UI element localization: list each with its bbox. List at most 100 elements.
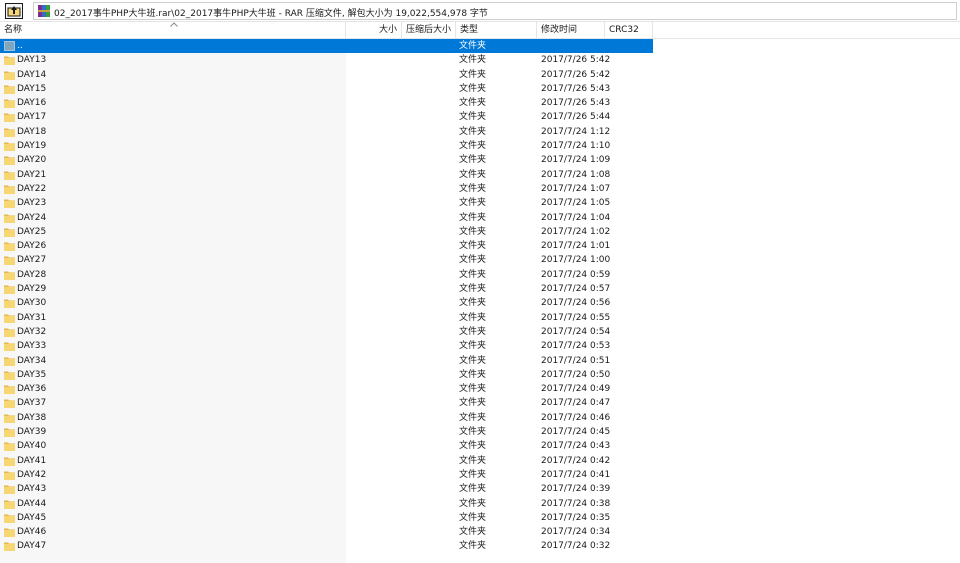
list-item-name: DAY38 xyxy=(17,412,47,423)
list-item-type: 文件夹 xyxy=(459,527,487,538)
folder-icon xyxy=(4,357,15,366)
column-crc32[interactable]: CRC32 xyxy=(605,22,653,38)
list-item-modified: 2017/7/26 5:43 xyxy=(541,98,611,109)
list-item-modified: 2017/7/24 0:47 xyxy=(541,398,611,409)
list-item-name: DAY32 xyxy=(17,326,47,337)
up-folder-button[interactable] xyxy=(5,3,23,19)
list-item-name: DAY29 xyxy=(17,284,47,295)
list-item-modified: 2017/7/24 1:09 xyxy=(541,155,611,166)
list-item[interactable]: DAY47 文件夹 2017/7/24 0:32 xyxy=(0,539,960,553)
list-item-name: DAY23 xyxy=(17,198,47,209)
list-item[interactable]: DAY13 文件夹 2017/7/26 5:42 xyxy=(0,53,960,67)
list-item[interactable]: DAY38 文件夹 2017/7/24 0:46 xyxy=(0,411,960,425)
list-item[interactable]: DAY29 文件夹 2017/7/24 0:57 xyxy=(0,282,960,296)
list-item[interactable]: DAY19 文件夹 2017/7/24 1:10 xyxy=(0,139,960,153)
column-type[interactable]: 类型 xyxy=(456,22,537,38)
list-item[interactable]: DAY30 文件夹 2017/7/24 0:56 xyxy=(0,296,960,310)
list-item[interactable]: DAY46 文件夹 2017/7/24 0:34 xyxy=(0,525,960,539)
list-item-name: DAY41 xyxy=(17,455,47,466)
folder-icon xyxy=(4,542,15,552)
list-item-name: DAY46 xyxy=(17,527,47,538)
list-item-modified: 2017/7/24 0:51 xyxy=(541,355,611,366)
list-item-name: DAY35 xyxy=(17,369,47,380)
list-item-modified: 2017/7/24 0:50 xyxy=(541,369,611,380)
list-item[interactable]: DAY41 文件夹 2017/7/24 0:42 xyxy=(0,454,960,468)
list-item[interactable]: DAY39 文件夹 2017/7/24 0:45 xyxy=(0,425,960,439)
folder-icon xyxy=(4,256,15,266)
list-item-name: DAY45 xyxy=(17,512,47,523)
list-item-type: 文件夹 xyxy=(459,126,487,137)
list-item[interactable]: DAY15 文件夹 2017/7/26 5:43 xyxy=(0,82,960,96)
list-item-type: 文件夹 xyxy=(459,212,487,223)
list-item-name: DAY44 xyxy=(17,498,47,509)
folder-icon xyxy=(4,299,15,309)
list-item-modified: 2017/7/24 0:57 xyxy=(541,284,611,295)
list-item-modified: 2017/7/24 0:59 xyxy=(541,269,611,280)
list-item-type: 文件夹 xyxy=(459,269,487,280)
list-item[interactable]: DAY20 文件夹 2017/7/24 1:09 xyxy=(0,153,960,167)
list-item[interactable]: DAY32 文件夹 2017/7/24 0:54 xyxy=(0,325,960,339)
list-item-modified: 2017/7/24 1:01 xyxy=(541,241,611,252)
list-item[interactable]: DAY17 文件夹 2017/7/26 5:44 xyxy=(0,110,960,124)
list-item[interactable]: DAY23 文件夹 2017/7/24 1:05 xyxy=(0,196,960,210)
list-item[interactable]: DAY42 文件夹 2017/7/24 0:41 xyxy=(0,468,960,482)
list-item-modified: 2017/7/24 1:00 xyxy=(541,255,611,266)
folder-icon xyxy=(4,414,15,423)
list-item-name: DAY15 xyxy=(17,83,47,94)
list-item[interactable]: DAY35 文件夹 2017/7/24 0:50 xyxy=(0,368,960,382)
list-item[interactable]: DAY18 文件夹 2017/7/24 1:12 xyxy=(0,125,960,139)
archive-path-field[interactable]: 02_2017事牛PHP大牛班.rar\02_2017事牛PHP大牛班 - RA… xyxy=(33,2,957,20)
column-packed-size[interactable]: 压缩后大小 xyxy=(402,22,456,38)
list-item[interactable]: DAY24 文件夹 2017/7/24 1:04 xyxy=(0,211,960,225)
folder-icon xyxy=(4,457,15,466)
list-item[interactable]: DAY28 文件夹 2017/7/24 0:59 xyxy=(0,268,960,282)
list-item-type: 文件夹 xyxy=(459,255,487,266)
list-item-type: 文件夹 xyxy=(459,98,487,109)
folder-icon xyxy=(4,314,15,323)
list-item[interactable]: DAY45 文件夹 2017/7/24 0:35 xyxy=(0,511,960,525)
list-item[interactable]: DAY44 文件夹 2017/7/24 0:38 xyxy=(0,497,960,511)
list-item-type: 文件夹 xyxy=(459,169,487,180)
list-item[interactable]: DAY37 文件夹 2017/7/24 0:47 xyxy=(0,396,960,410)
list-item-modified: 2017/7/26 5:43 xyxy=(541,83,611,94)
folder-icon xyxy=(4,271,15,280)
list-item-name: DAY27 xyxy=(17,255,47,266)
list-item[interactable]: DAY14 文件夹 2017/7/26 5:42 xyxy=(0,68,960,82)
list-item[interactable]: DAY27 文件夹 2017/7/24 1:00 xyxy=(0,253,960,267)
list-item-modified: 2017/7/24 1:05 xyxy=(541,198,611,209)
list-item-type: 文件夹 xyxy=(459,412,487,423)
sort-ascending-icon xyxy=(170,22,178,27)
list-item-modified: 2017/7/24 1:10 xyxy=(541,141,611,152)
list-item-name: DAY18 xyxy=(17,126,47,137)
list-item-parent[interactable]: .. 文件夹 xyxy=(0,39,960,54)
list-item-modified: 2017/7/24 0:35 xyxy=(541,512,611,523)
list-item-modified: 2017/7/24 0:43 xyxy=(541,441,611,452)
list-item[interactable]: DAY25 文件夹 2017/7/24 1:02 xyxy=(0,225,960,239)
list-item-modified: 2017/7/24 0:55 xyxy=(541,312,611,323)
folder-icon xyxy=(4,500,15,509)
list-item-name: DAY31 xyxy=(17,312,47,323)
folder-icon xyxy=(4,171,15,180)
list-item[interactable]: DAY36 文件夹 2017/7/24 0:49 xyxy=(0,382,960,396)
list-item[interactable]: DAY34 文件夹 2017/7/24 0:51 xyxy=(0,354,960,368)
column-size[interactable]: 大小 xyxy=(346,22,402,38)
folder-icon xyxy=(4,471,15,480)
column-modified[interactable]: 修改时间 xyxy=(537,22,605,38)
list-item[interactable]: DAY22 文件夹 2017/7/24 1:07 xyxy=(0,182,960,196)
list-item-modified: 2017/7/26 5:42 xyxy=(541,55,611,66)
list-item[interactable]: DAY33 文件夹 2017/7/24 0:53 xyxy=(0,339,960,353)
list-item[interactable]: DAY40 文件夹 2017/7/24 0:43 xyxy=(0,439,960,453)
list-item-type: 文件夹 xyxy=(459,355,487,366)
folder-icon xyxy=(4,113,15,123)
list-item[interactable]: DAY26 文件夹 2017/7/24 1:01 xyxy=(0,239,960,253)
list-item-modified: 2017/7/26 5:42 xyxy=(541,69,611,80)
list-item-type: 文件夹 xyxy=(459,498,487,509)
list-item-modified: 2017/7/24 0:54 xyxy=(541,326,611,337)
list-item-name: DAY24 xyxy=(17,212,47,223)
list-item[interactable]: DAY43 文件夹 2017/7/24 0:39 xyxy=(0,482,960,496)
list-item[interactable]: DAY31 文件夹 2017/7/24 0:55 xyxy=(0,311,960,325)
list-item-name: DAY39 xyxy=(17,427,47,438)
list-item-name: DAY25 xyxy=(17,226,47,237)
list-item[interactable]: DAY16 文件夹 2017/7/26 5:43 xyxy=(0,96,960,110)
list-item[interactable]: DAY21 文件夹 2017/7/24 1:08 xyxy=(0,168,960,182)
